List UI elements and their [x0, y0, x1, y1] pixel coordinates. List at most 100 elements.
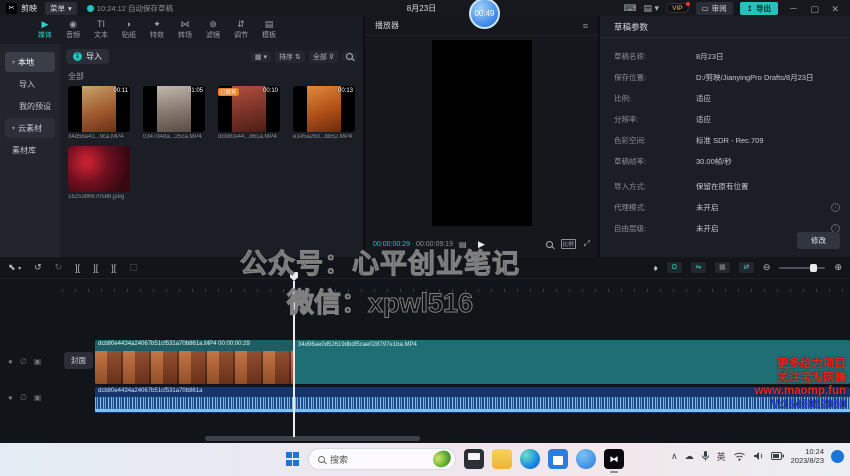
redo-button[interactable]: ↻ [55, 262, 63, 273]
filter-button[interactable]: 全部⊽ [309, 51, 338, 63]
tab-transition[interactable]: ⋈转场 [178, 20, 192, 40]
track-toggle-icon[interactable]: ● [8, 393, 13, 402]
track-mute-icon[interactable]: ∅ [20, 393, 27, 402]
split-button[interactable]: ][ [75, 263, 80, 273]
track-toggle-icon[interactable]: ● [8, 357, 13, 366]
track-lock-icon[interactable]: ▣ [34, 357, 42, 366]
timeline-zoom-out-icon[interactable]: ⊖ [763, 262, 771, 273]
volume-icon[interactable] [753, 451, 764, 461]
fullscreen-icon[interactable]: ⤢ [584, 239, 590, 249]
media-item[interactable]: 已裁剪00:10 dcb80e44...861a.MP4 [218, 86, 280, 140]
sort-button[interactable]: 排序⇅ [275, 51, 305, 63]
info-icon[interactable]: i [831, 203, 840, 212]
player-controls: 00:00:00:29 00:00:09:19 ▤ ▶ 比例 ⤢ [365, 236, 598, 252]
tab-template[interactable]: ▤模板 [262, 20, 276, 40]
sidebar-item-import[interactable]: 导入 [5, 74, 55, 94]
app-icon[interactable] [576, 449, 596, 469]
tab-text[interactable]: TI文本 [94, 20, 108, 40]
play-button[interactable]: ▶ [478, 239, 485, 250]
link-toggle[interactable]: ⇋ [691, 262, 706, 273]
preview-screen[interactable] [432, 40, 532, 226]
modify-button[interactable]: 修改 [797, 232, 840, 249]
export-button[interactable]: ↥ 导出 [740, 2, 778, 15]
select-tool-button[interactable]: ⬉ ▾ [8, 262, 21, 273]
tab-adjust[interactable]: ⇵调节 [234, 20, 248, 40]
review-button[interactable]: ▭ 审阅 [696, 2, 733, 15]
wifi-icon[interactable] [733, 451, 746, 461]
horizontal-scrollbar[interactable] [205, 436, 420, 441]
preview-axis-toggle[interactable]: ▦ [715, 262, 730, 273]
media-group-label[interactable]: 全部 [68, 71, 363, 82]
split-left-button[interactable]: ][ [93, 263, 98, 273]
file-name: dcb80e44...861a.MP4 [218, 134, 280, 140]
vip-badge[interactable]: VIP [666, 3, 688, 13]
onedrive-cloud-icon[interactable]: ☁ [685, 451, 694, 462]
player-menu-icon[interactable]: ≡ [583, 21, 588, 31]
zoom-preview-icon[interactable] [546, 241, 553, 248]
video-thumbnail[interactable]: 已裁剪00:10 [218, 86, 280, 132]
video-thumbnail[interactable]: 00:11 [68, 86, 130, 132]
video-clip-1[interactable]: dcb80e4434a24067b51cf531a70b861a.MP4 00:… [95, 340, 293, 384]
sidebar-item-presets[interactable]: 我的预设 [5, 96, 55, 116]
tab-filter[interactable]: ⊛滤镜 [206, 20, 220, 40]
sidebar-item-cloud[interactable]: ▾云素材 [5, 118, 55, 138]
notification-badge[interactable] [831, 450, 844, 463]
record-voice-button[interactable]: ♦ [653, 263, 658, 273]
tab-effect[interactable]: ✦特效 [150, 20, 164, 40]
import-button[interactable]: ↧ 导入 [66, 49, 109, 64]
sidebar-item-library[interactable]: 素材库 [5, 140, 55, 160]
media-item[interactable]: 00:11 34d5ba41...9ca.MP4 [68, 86, 130, 140]
battery-icon[interactable] [771, 452, 784, 460]
cover-button[interactable]: 封面 [64, 352, 93, 369]
jianying-taskbar-icon[interactable]: ⧓ [604, 449, 624, 469]
param-value: 标准 SDR - Rec.709 [696, 135, 764, 146]
tab-sticker[interactable]: ◗贴纸 [122, 20, 136, 40]
image-thumbnail[interactable] [68, 146, 130, 192]
sort-label: 排序 [279, 52, 293, 62]
auto-fit-toggle[interactable]: ⇄ [739, 262, 754, 273]
timeline-zoom-in-icon[interactable]: ⊕ [834, 262, 842, 273]
split-right-button[interactable]: ][ [111, 263, 116, 273]
microphone-icon[interactable] [701, 450, 710, 462]
cursor-icon: ⬉ [8, 262, 16, 272]
task-view-button[interactable] [464, 449, 484, 469]
undo-button[interactable]: ↺ [34, 262, 42, 273]
time-ruler[interactable] [62, 279, 850, 292]
ratio-button[interactable]: 比例 [561, 239, 576, 249]
audio-track[interactable]: dcb80e4434a24067b51cf531a70b861a [95, 387, 850, 413]
audio-icon: ◉ [69, 20, 77, 29]
tab-audio[interactable]: ◉音频 [66, 20, 80, 40]
slider-knob[interactable] [810, 264, 817, 272]
preview-quality-icon[interactable]: ▤ [459, 240, 467, 249]
clock[interactable]: 10:24 2023/8/23 [791, 447, 824, 466]
tray-chevron-icon[interactable]: ∧ [671, 451, 678, 462]
media-item[interactable]: 01:05 0347d4da...25ca.MP4 [143, 86, 205, 140]
tab-media[interactable]: ▶媒体 [38, 20, 52, 40]
shortcut-keys-icon[interactable]: ⌨ [624, 3, 637, 14]
search-button[interactable] [342, 52, 357, 61]
media-item[interactable]: 1625386670586.jpeg [68, 146, 130, 200]
window-controls[interactable]: － ▢ ✕ [789, 2, 844, 15]
ime-indicator[interactable]: 英 [717, 450, 726, 463]
magnet-toggle[interactable]: Ω [667, 262, 682, 273]
playhead[interactable] [293, 281, 295, 437]
timeline-zoom-slider[interactable] [779, 267, 825, 269]
microsoft-store-icon[interactable] [548, 449, 568, 469]
media-item[interactable]: 00:13 e145a26d...bb52.MP4 [293, 86, 355, 140]
video-thumbnail[interactable]: 01:05 [143, 86, 205, 132]
start-button[interactable] [286, 452, 300, 466]
track-mute-icon[interactable]: ∅ [20, 357, 27, 366]
view-mode-button[interactable]: ▦▾ [251, 52, 271, 62]
edge-browser-icon[interactable] [520, 449, 540, 469]
file-explorer-icon[interactable] [492, 449, 512, 469]
video-thumbnail[interactable]: 00:13 [293, 86, 355, 132]
layout-icon: ▤ [644, 3, 653, 13]
taskbar-search[interactable]: 搜索 [308, 448, 456, 470]
crop-button[interactable]: ▢ [129, 262, 138, 273]
clip-label: dcb80e4434a24067b51cf531a70b861a.MP4 00:… [95, 340, 293, 351]
menu-button[interactable]: 菜单 ▾ [45, 2, 77, 15]
track-lock-icon[interactable]: ▣ [34, 393, 42, 402]
layout-panel-icon[interactable]: ▤ ▾ [644, 3, 660, 14]
sidebar-item-local[interactable]: ▾本地 [5, 52, 55, 72]
chevron-down-icon: ▾ [68, 4, 72, 13]
